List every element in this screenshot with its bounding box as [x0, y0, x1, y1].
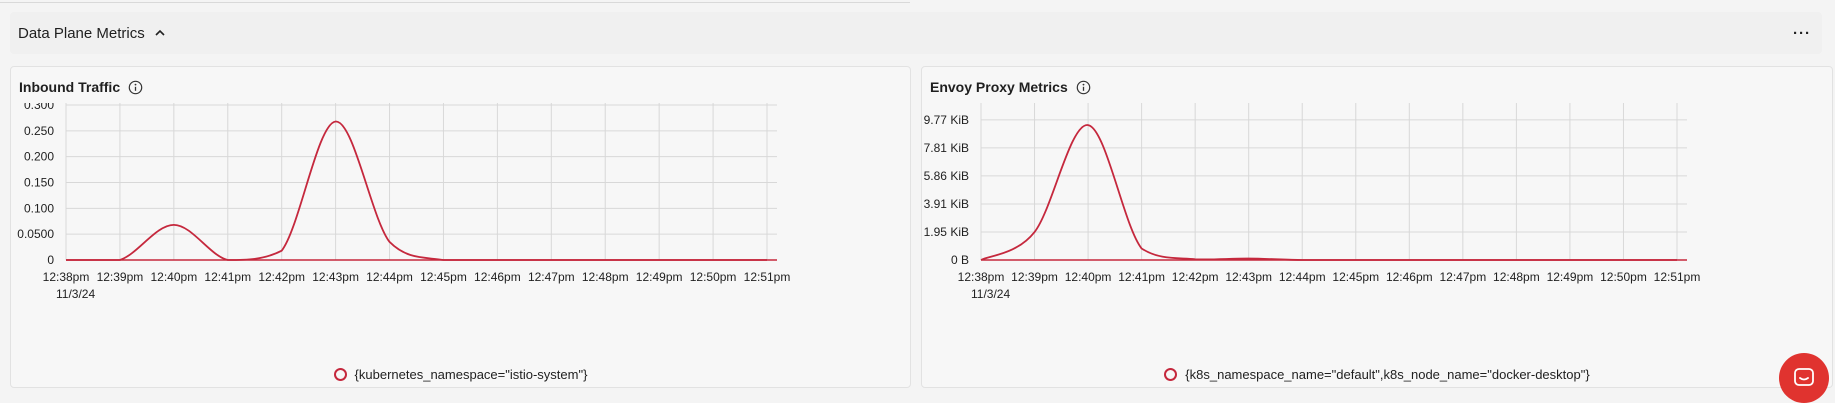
section-title: Data Plane Metrics — [18, 24, 145, 42]
x-tick-label: 12:50pm — [690, 270, 737, 284]
y-tick-label: 0.150 — [24, 176, 54, 190]
x-tick-label: 12:49pm — [1547, 270, 1594, 284]
x-tick-label: 12:47pm — [1439, 270, 1486, 284]
panel-title: Envoy Proxy Metrics — [930, 79, 1091, 95]
info-icon[interactable] — [128, 80, 143, 95]
y-tick-label: 0.200 — [24, 150, 54, 164]
y-tick-label: 3.91 KiB — [924, 197, 969, 211]
previous-panel-edge — [0, 0, 910, 3]
x-tick-label: 12:43pm — [312, 270, 359, 284]
y-tick-label: 1.95 KiB — [924, 225, 969, 239]
legend-label: {k8s_namespace_name="default",k8s_node_n… — [1185, 366, 1590, 382]
inbound-traffic-chart: 12:38pm 12:39pm 12:40pm 12:41pm 12:42pm 12:43… — [17, 103, 791, 301]
y-tick-label: 0.250 — [24, 124, 54, 138]
x-tick-label: 12:42pm — [258, 270, 305, 284]
x-tick-label: 12:48pm — [1493, 270, 1540, 284]
x-tick-label: 12:45pm — [420, 270, 467, 284]
x-tick-label: 12:41pm — [1118, 270, 1165, 284]
x-tick-label: 12:40pm — [150, 270, 197, 284]
x-tick-label: 12:45pm — [1332, 270, 1379, 284]
y-tick-label: 0.100 — [24, 201, 54, 215]
x-tick-label: 12:44pm — [1279, 270, 1326, 284]
x-tick-label: 12:38pm — [43, 270, 90, 284]
x-date-label: 11/3/24 — [56, 287, 95, 301]
legend-label: {kubernetes_namespace="istio-system"} — [354, 366, 588, 382]
chart-legend[interactable]: {k8s_namespace_name="default",k8s_node_n… — [922, 363, 1832, 385]
chat-icon — [1794, 368, 1814, 386]
envoy-proxy-metrics-chart: 12:38pm 12:39pm 12:40pm 12:41pm 12:42pm 12:43… — [924, 103, 1701, 301]
x-tick-label: 12:38pm — [958, 270, 1005, 284]
x-tick-label: 12:49pm — [636, 270, 683, 284]
x-tick-label: 12:41pm — [204, 270, 251, 284]
x-tick-label: 12:40pm — [1065, 270, 1112, 284]
y-tick-label: 0 — [47, 253, 54, 267]
series-line — [66, 120, 767, 261]
x-tick-label: 12:39pm — [1011, 270, 1058, 284]
x-date-label: 11/3/24 — [971, 287, 1010, 301]
x-tick-label: 12:39pm — [97, 270, 144, 284]
legend-marker — [1164, 367, 1178, 381]
x-tick-label: 12:44pm — [366, 270, 413, 284]
chart-legend[interactable]: {kubernetes_namespace="istio-system"} — [11, 363, 910, 385]
x-tick-label: 12:50pm — [1600, 270, 1647, 284]
x-tick-label: 12:46pm — [474, 270, 521, 284]
y-tick-label: 9.77 KiB — [924, 113, 969, 127]
legend-marker — [333, 367, 347, 381]
panel-title-text: Envoy Proxy Metrics — [930, 79, 1068, 95]
envoy-proxy-metrics-panel: Envoy Proxy Metrics 12:38pm 12:39pm 12:40p… — [921, 66, 1833, 388]
y-tick-label: 5.86 KiB — [924, 169, 969, 183]
x-tick-label: 12:47pm — [528, 270, 575, 284]
x-tick-label: 12:43pm — [1225, 270, 1272, 284]
x-tick-label: 12:46pm — [1386, 270, 1433, 284]
series-line — [980, 124, 1677, 261]
more-options-button[interactable]: ··· — [1790, 21, 1814, 45]
y-tick-label: 7.81 KiB — [924, 141, 969, 155]
section-header[interactable]: Data Plane Metrics ··· — [10, 12, 1822, 54]
chevron-up-icon[interactable] — [153, 26, 167, 40]
x-tick-label: 12:48pm — [582, 270, 629, 284]
chat-button[interactable] — [1779, 353, 1829, 403]
x-tick-label: 12:51pm — [1654, 270, 1701, 284]
x-tick-label: 12:51pm — [744, 270, 791, 284]
panel-title-text: Inbound Traffic — [19, 79, 121, 95]
y-tick-label: 0.300 — [24, 103, 54, 112]
x-tick-label: 12:42pm — [1172, 270, 1219, 284]
panel-title: Inbound Traffic — [19, 79, 143, 95]
info-icon[interactable] — [1076, 80, 1091, 95]
inbound-traffic-panel: Inbound Traffic 12:38pm 12:39pm 12:40pm 12:… — [10, 66, 911, 388]
y-tick-label: 0.0500 — [17, 227, 54, 241]
y-tick-label: 0 B — [951, 253, 969, 267]
